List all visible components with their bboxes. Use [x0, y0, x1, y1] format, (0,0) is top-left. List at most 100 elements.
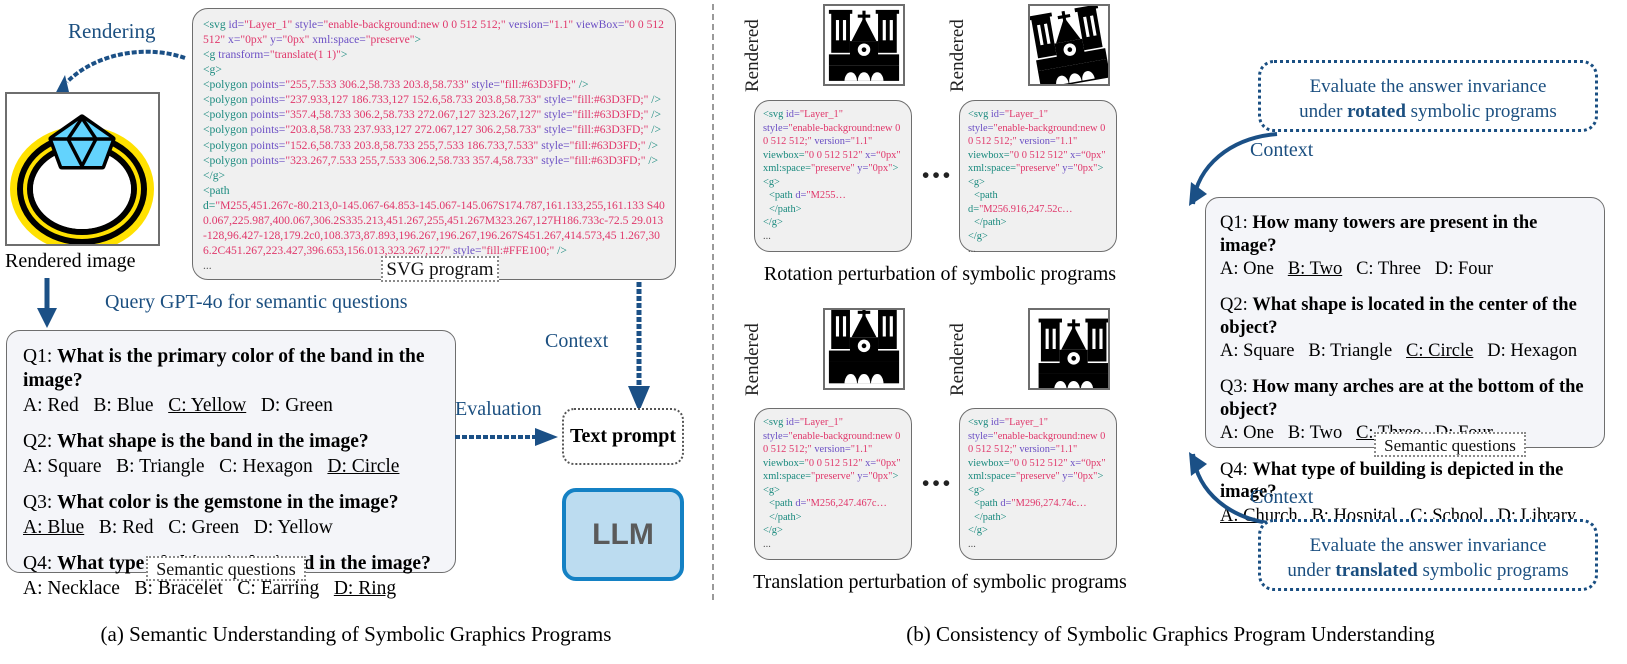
qa-question: Q2: What shape is the band in the image?: [23, 430, 439, 454]
callout-translated-pre: under: [1287, 560, 1336, 582]
qa-option[interactable]: A: Blue: [23, 517, 84, 538]
translated-code-box-1: <svg id="Layer_1" style="enable-backgrou…: [754, 408, 912, 560]
cathedral-image-3-translated: [823, 308, 905, 390]
qa-option-gap: [154, 517, 169, 538]
rotated-code-box-2: <svg id="Layer_1" style="enable-backgrou…: [959, 100, 1117, 255]
qa-option[interactable]: D: Circle: [327, 456, 399, 477]
callout-rotated-line2: under rotated symbolic programs: [1271, 99, 1585, 124]
qa-option[interactable]: A: Red: [23, 395, 79, 416]
translation-caption: Translation perturbation of symbolic pro…: [753, 571, 1127, 593]
qa-option[interactable]: B: Triangle: [1308, 341, 1392, 361]
callout-translated: Evaluate the answer invariance under tra…: [1258, 519, 1598, 591]
qa-option[interactable]: D: Four: [1435, 259, 1493, 279]
callout-rotated-bold: rotated: [1347, 101, 1406, 123]
qa-option[interactable]: B: Two: [1288, 259, 1342, 279]
semantic-questions-box-a: Q1: What is the primary color of the ban…: [6, 330, 456, 599]
rotated-code-1-text: <svg id="Layer_1" style="enable-backgrou…: [763, 109, 901, 242]
svg-program-code: <svg id="Layer_1" style="enable-backgrou…: [203, 18, 665, 272]
qa-options: A: Square B: Triangle C: Circle D: Hexag…: [1220, 339, 1590, 363]
qa-option[interactable]: B: Two: [1288, 423, 1342, 443]
rendered-label-4: Rendered: [947, 323, 968, 396]
qa-options: A: Blue B: Red C: Green D: Yellow: [23, 515, 439, 540]
qa-option[interactable]: D: Hexagon: [1487, 341, 1577, 361]
qa-option[interactable]: A: Necklace: [23, 578, 120, 599]
query-gpt4o-label: Query GPT-4o for semantic questions: [105, 291, 408, 313]
callout-rotated: Evaluate the answer invariance under rot…: [1258, 60, 1598, 132]
qa-option[interactable]: B: Blue: [93, 395, 153, 416]
qa-option-gap: [1342, 423, 1356, 443]
callout-rotated-pre: under: [1299, 101, 1348, 123]
qa-question-number: Q1:: [1220, 213, 1253, 233]
translation-ellipsis-1: •••: [922, 471, 954, 495]
qa-options: A: One B: Two C: Three D: Four: [1220, 257, 1590, 281]
qa-question-number: Q2:: [23, 430, 58, 452]
qa-option[interactable]: D: Green: [261, 395, 333, 416]
qa-option-gap: [313, 456, 328, 477]
qa-option-gap: [102, 456, 117, 477]
evaluation-label: Evaluation: [455, 398, 542, 420]
rendered-label-2: Rendered: [947, 19, 968, 92]
rendered-label-1: Rendered: [742, 19, 763, 92]
qa-question: Q3: How many arches are at the bottom of…: [1220, 376, 1590, 421]
rendering-label: Rendering: [68, 19, 156, 43]
qa-question: Q2: What shape is located in the center …: [1220, 294, 1590, 339]
qa-option[interactable]: C: Earring: [237, 578, 319, 599]
llm-box: LLM: [562, 488, 684, 581]
qa-option[interactable]: D: Ring: [334, 578, 396, 599]
qa-question-number: Q2:: [1220, 295, 1253, 316]
panel-divider: [712, 4, 714, 600]
qa-option-gap: [1274, 423, 1288, 443]
qa-option[interactable]: A: One: [1220, 423, 1274, 443]
qa-item: Q1: What is the primary color of the ban…: [23, 345, 439, 418]
qa-option[interactable]: A: Square: [23, 456, 102, 477]
svg-program-box: <svg id="Layer_1" style="enable-backgrou…: [192, 8, 676, 280]
qa-option-gap: [1392, 341, 1406, 361]
callout-rotated-post: symbolic programs: [1405, 101, 1557, 123]
callout-translated-line1: Evaluate the answer invariance: [1309, 535, 1547, 556]
qa-question-text: What shape is located in the center of t…: [1220, 295, 1577, 338]
qa-options: A: Red B: Blue C: Yellow D: Green: [23, 393, 439, 418]
qa-option-gap: [1295, 341, 1309, 361]
query-arrow: [37, 278, 57, 328]
cathedral-image-1: [823, 4, 905, 86]
callout-translated-line2: under translated symbolic programs: [1271, 558, 1585, 583]
evaluation-arrow: [455, 428, 558, 446]
qa-option[interactable]: A: One: [1220, 259, 1274, 279]
qa-option[interactable]: C: Hexagon: [219, 456, 313, 477]
qa-option[interactable]: C: Green: [168, 517, 239, 538]
qa-option-gap: [1274, 259, 1288, 279]
rendered-ring-image: [5, 92, 160, 252]
context-label-a: Context: [545, 330, 609, 352]
rotated-code-box-1: <svg id="Layer_1" style="enable-backgrou…: [754, 100, 912, 252]
qa-option-gap: [154, 395, 169, 416]
qa-option[interactable]: B: Triangle: [116, 456, 204, 477]
qa-question-number: Q1:: [23, 346, 58, 367]
qa-option[interactable]: C: Three: [1356, 259, 1421, 279]
rendered-image-label: Rendered image: [5, 250, 136, 272]
qa-option-gap: [1342, 259, 1356, 279]
qa-option-gap: [79, 395, 94, 416]
qa-option-gap: [319, 578, 334, 599]
qa-question-number: Q3:: [1220, 377, 1253, 398]
callout-translated-bold: translated: [1335, 560, 1418, 582]
qa-option-gap: [223, 578, 238, 599]
rotated-code-2-text: <svg id="Layer_1" style="enable-backgrou…: [968, 109, 1106, 256]
qa-option[interactable]: C: Yellow: [168, 395, 246, 416]
qa-option-gap: [1473, 341, 1487, 361]
qa-option[interactable]: C: Circle: [1406, 341, 1473, 361]
qa-option[interactable]: A: Square: [1220, 341, 1295, 361]
translated-code-box-2: <svg id="Layer_1" style="enable-backgrou…: [959, 408, 1117, 560]
semantic-questions-box-b: Q1: How many towers are present in the i…: [1205, 197, 1605, 526]
qa-option[interactable]: B: Red: [99, 517, 154, 538]
translated-code-1-text: <svg id="Layer_1" style="enable-backgrou…: [763, 417, 901, 550]
rotation-caption: Rotation perturbation of symbolic progra…: [763, 263, 1117, 285]
qa-question: Q1: What is the primary color of the ban…: [23, 345, 439, 393]
context-arrow-a: [628, 282, 650, 412]
qa-option[interactable]: B: Bracelet: [135, 578, 223, 599]
qa-question-text: What color is the gemstone in the image?: [57, 492, 399, 514]
semantic-questions-tag-b: Semantic questions: [1374, 432, 1526, 457]
qa-option-gap: [239, 517, 254, 538]
qa-option-gap: [1421, 259, 1435, 279]
rotation-ellipsis-1: •••: [922, 163, 954, 187]
qa-option[interactable]: D: Yellow: [254, 517, 333, 538]
